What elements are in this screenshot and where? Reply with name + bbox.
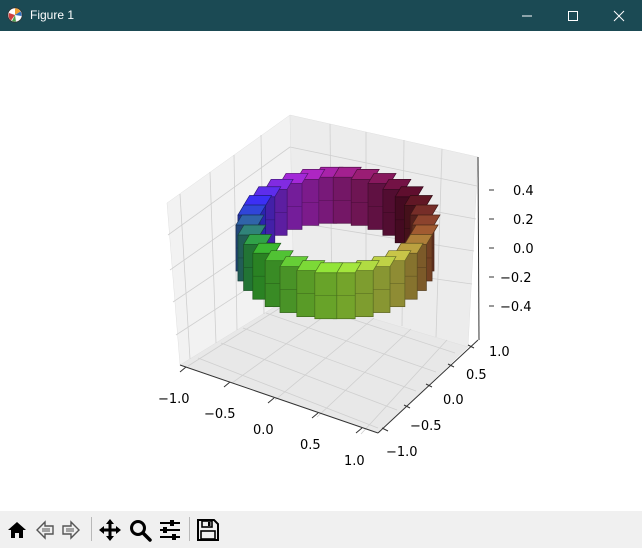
z-tick-label: 0.0: [513, 242, 534, 257]
maximize-button[interactable]: [550, 0, 596, 31]
move-icon: [99, 519, 121, 541]
plot-canvas[interactable]: −1.0 −0.5 0.0 0.5 1.0 −1.0 −0.5 0.0 0.5 …: [0, 31, 642, 511]
minimize-icon: [522, 15, 532, 16]
close-button[interactable]: [596, 0, 642, 31]
home-icon: [8, 522, 26, 538]
home-button[interactable]: [4, 517, 30, 543]
close-icon: [613, 10, 625, 21]
y-tick-label: −1.0: [386, 445, 418, 460]
3d-axes: −1.0 −0.5 0.0 0.5 1.0 −1.0 −0.5 0.0 0.5 …: [158, 114, 534, 469]
x-tick-label: −1.0: [158, 392, 190, 407]
y-tick-label: 1.0: [489, 345, 510, 360]
sliders-icon: [160, 520, 180, 540]
x-tick-label: 0.5: [300, 438, 321, 453]
window-title: Figure 1: [30, 8, 75, 22]
z-tick-label: 0.2: [513, 213, 534, 228]
matplotlib-logo-icon: [7, 7, 23, 23]
configure-subplots-button[interactable]: [157, 517, 183, 543]
x-tick-label: −0.5: [204, 407, 236, 422]
back-button[interactable]: [32, 517, 58, 543]
maximize-icon: [568, 10, 578, 21]
navigation-toolbar: [0, 511, 642, 548]
x-tick-label: 1.0: [344, 454, 365, 469]
minimize-button[interactable]: [504, 0, 550, 31]
zoom-button[interactable]: [127, 517, 153, 543]
forward-button[interactable]: [58, 517, 84, 543]
forward-arrow-icon: [62, 520, 80, 540]
x-tick-label: 0.0: [253, 423, 274, 438]
z-tick-label: 0.4: [513, 184, 534, 199]
z-tick-label: −0.2: [500, 271, 532, 286]
figure-window: Figure 1 −1.0 −0.5 0.0 0.5 1.0 −1.0 −0.5…: [0, 0, 642, 548]
y-tick-label: 0.5: [466, 368, 487, 383]
magnifier-icon: [130, 520, 152, 542]
save-button[interactable]: [195, 517, 221, 543]
z-axis-ticks: [489, 189, 494, 307]
z-axis-line: [477, 156, 480, 341]
floppy-disk-icon: [197, 519, 219, 541]
pan-button[interactable]: [97, 517, 123, 543]
back-arrow-icon: [36, 520, 54, 540]
y-tick-label: 0.0: [443, 393, 464, 408]
title-bar[interactable]: Figure 1: [0, 0, 642, 31]
z-tick-label: −0.4: [500, 300, 532, 315]
toolbar-separator: [189, 517, 190, 541]
toolbar-separator: [91, 517, 92, 541]
y-tick-label: −0.5: [410, 419, 442, 434]
